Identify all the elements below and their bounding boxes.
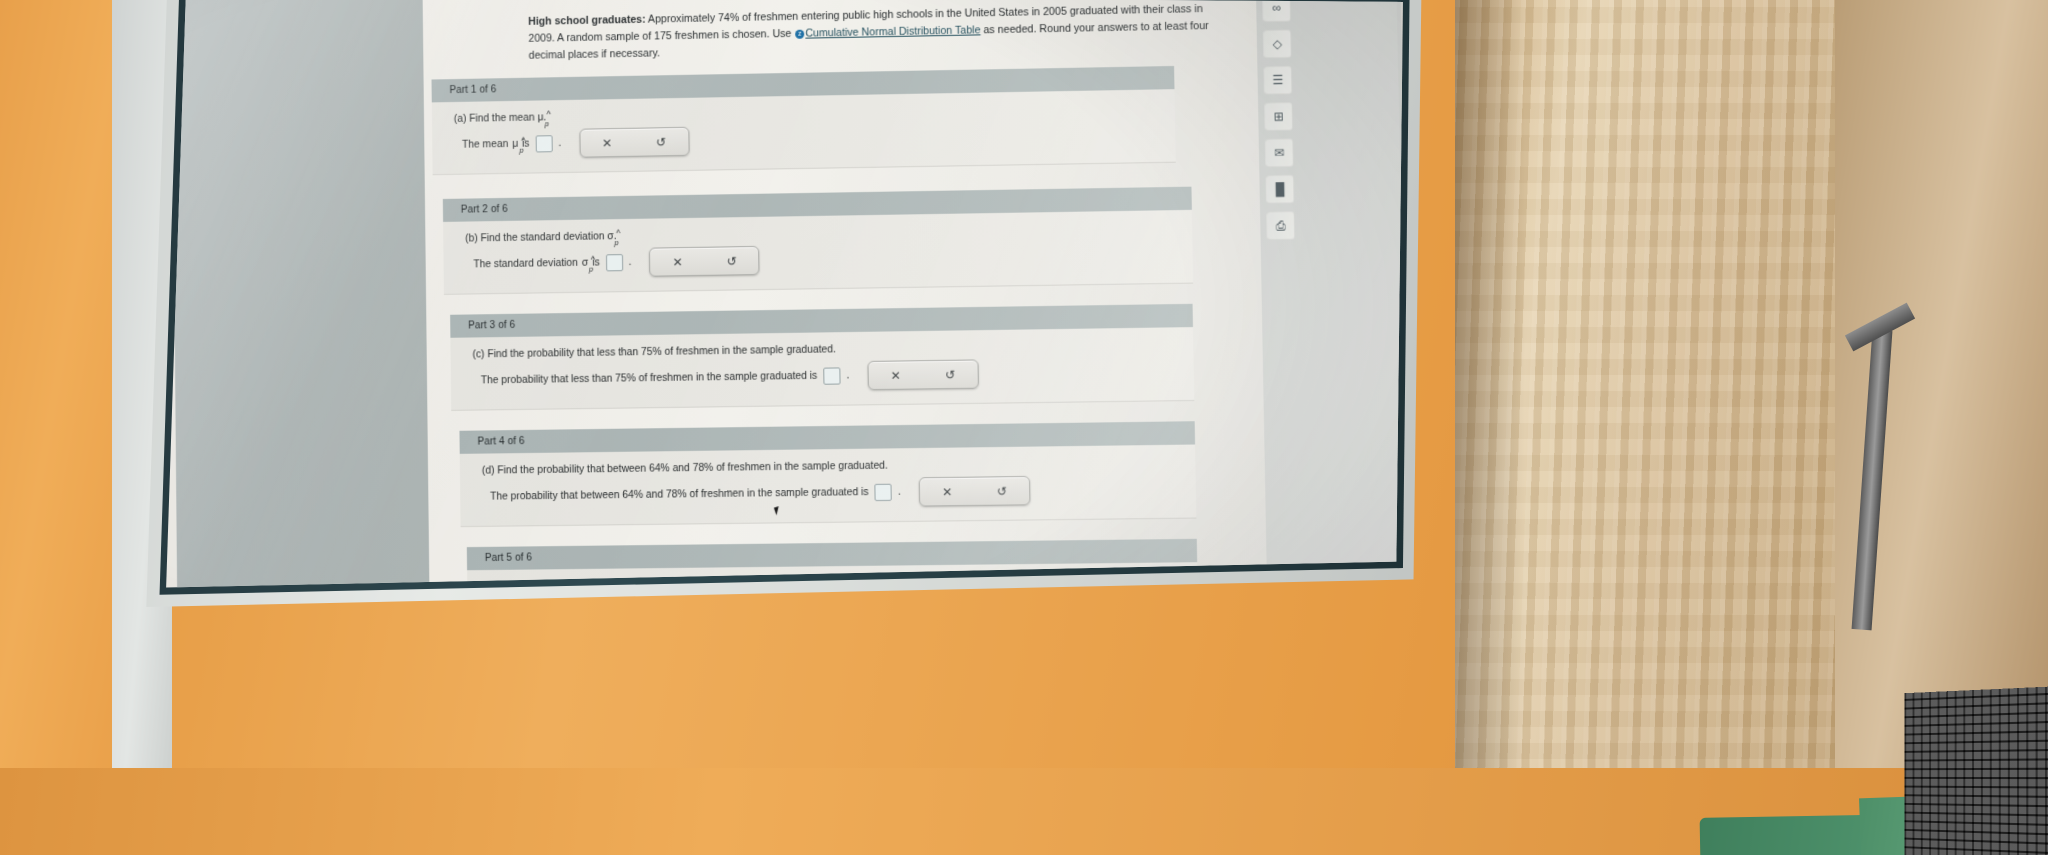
- answer-tools-4: ✕ ↺: [919, 476, 1031, 507]
- save-for-later-button[interactable]: Save For Later: [968, 629, 1066, 651]
- clear-button-3[interactable]: ✕: [891, 368, 901, 382]
- assignment-toolbar: Check Save For Later Submit Assignment: [430, 628, 1269, 680]
- curtain-shadow: [1455, 0, 1525, 855]
- answer-suffix-4: .: [898, 487, 901, 498]
- question-label-2: (b): [465, 233, 478, 244]
- answer-prefix-4: The probability that between 64% and 78%…: [490, 487, 869, 503]
- footer-separator-3: |: [1364, 674, 1366, 683]
- answer-prefix-3: The probability that less than 75% of fr…: [481, 371, 818, 387]
- mu-hat-p-symbol-1: μ ^ p: [537, 112, 543, 123]
- submit-assignment-button[interactable]: Submit Assignment: [1074, 626, 1178, 648]
- photo-scene: High school graduates: Approximately 74%…: [0, 0, 2048, 855]
- page-gutter-left: [172, 0, 431, 644]
- calculator-icon[interactable]: ⊞: [1264, 102, 1293, 131]
- check-button[interactable]: Check: [450, 646, 506, 667]
- terms-of-use-link[interactable]: Terms of Use: [1246, 675, 1289, 685]
- answer-prefix-2: The standard deviation: [473, 258, 578, 271]
- sigma-hat-p-symbol-answer-2: σ ^ p: [582, 258, 588, 269]
- answer-prefix-1: The mean: [462, 139, 508, 151]
- part-body-2: (b) Find the standard deviation σ ^ p. The…: [443, 210, 1193, 295]
- privacy-center-link[interactable]: Privacy Center: [1307, 674, 1355, 684]
- answer-input-1[interactable]: [535, 135, 552, 152]
- answer-tools-2: ✕ ↺: [649, 246, 760, 277]
- answer-suffix-1: .: [558, 138, 561, 149]
- clear-button-1[interactable]: ✕: [602, 136, 612, 150]
- cumulative-normal-table-link[interactable]: Cumulative Normal Distribution Table: [805, 24, 980, 39]
- footer-separator-1: |: [1236, 675, 1238, 684]
- mail-icon[interactable]: ✉: [1265, 138, 1294, 167]
- part-body-4: (d) Find the probability that between 64…: [460, 445, 1197, 528]
- copyright-text: © 2023 McGraw Hill LLC. All Rights Reser…: [1077, 675, 1228, 686]
- answer-tools-1: ✕ ↺: [579, 127, 689, 158]
- question-label-3: (c): [472, 349, 484, 360]
- answer-line-3: The probability that less than 75% of fr…: [451, 352, 1195, 410]
- notes-icon[interactable]: ☰: [1263, 66, 1292, 95]
- monitor: High school graduates: Approximately 74%…: [112, 0, 1432, 790]
- page-footer: © 2023 McGraw Hill LLC. All Rights Reser…: [178, 666, 1432, 701]
- answer-tools-3: ✕ ↺: [867, 359, 979, 390]
- answer-input-4[interactable]: [875, 484, 892, 501]
- part-card-4: Part 4 of 6 (d) Find the probability tha…: [459, 421, 1196, 527]
- undo-button-4[interactable]: ↺: [997, 484, 1007, 498]
- problem-title: High school graduates:: [528, 14, 646, 28]
- undo-button-2[interactable]: ↺: [727, 254, 737, 268]
- question-label-4: (d): [482, 465, 495, 476]
- undo-button-3[interactable]: ↺: [945, 367, 955, 381]
- reference-icon[interactable]: ⎙: [1266, 211, 1295, 240]
- clear-button-2[interactable]: ✕: [672, 255, 682, 269]
- question-label-1: (a): [454, 114, 467, 125]
- answer-line-4: The probability that between 64% and 78%…: [460, 470, 1196, 526]
- sigma-hat-p-symbol-2: σ ^ p: [607, 231, 613, 242]
- answer-suffix-2: .: [629, 257, 632, 268]
- chart-icon[interactable]: █: [1266, 175, 1295, 204]
- answer-input-2[interactable]: [606, 254, 623, 271]
- undo-button-1[interactable]: ↺: [656, 135, 666, 149]
- part-body-1: (a) Find the mean μ ^ p. The mean μ ^ p is .: [432, 89, 1176, 175]
- part-card-2: Part 2 of 6 (b) Find the standard deviat…: [443, 187, 1193, 295]
- infinity-icon[interactable]: ∞: [1262, 0, 1291, 22]
- answer-suffix-3: .: [846, 370, 849, 381]
- mu-hat-p-symbol-answer-1: μ ^ p: [512, 139, 518, 150]
- footer-separator-2: |: [1297, 675, 1299, 684]
- part-card-1: Part 1 of 6 (a) Find the mean μ ^ p. The m…: [432, 66, 1176, 175]
- question-text-2: Find the standard deviation: [481, 231, 605, 244]
- part-card-3: Part 3 of 6 (c) Find the probability tha…: [450, 304, 1194, 411]
- assignment-content: High school graduates: Approximately 74%…: [423, 0, 1268, 642]
- accessibility-link[interactable]: Accessibility: [1374, 674, 1414, 684]
- monitor-screen: High school graduates: Approximately 74%…: [112, 0, 1432, 790]
- tool-rail: ∞ ◇ ☰ ⊞ ✉ █ ⎙: [1262, 0, 1301, 248]
- part-body-3: (c) Find the probability that less than …: [450, 327, 1194, 411]
- diamond-icon[interactable]: ◇: [1263, 30, 1292, 59]
- info-z-icon[interactable]: z: [795, 30, 804, 39]
- problem-statement: High school graduates: Approximately 74%…: [528, 1, 1222, 66]
- clear-button-4[interactable]: ✕: [942, 484, 952, 498]
- answer-input-3[interactable]: [823, 367, 840, 384]
- question-text-1: Find the mean: [469, 113, 535, 125]
- mesh-organizer: [1904, 687, 2048, 855]
